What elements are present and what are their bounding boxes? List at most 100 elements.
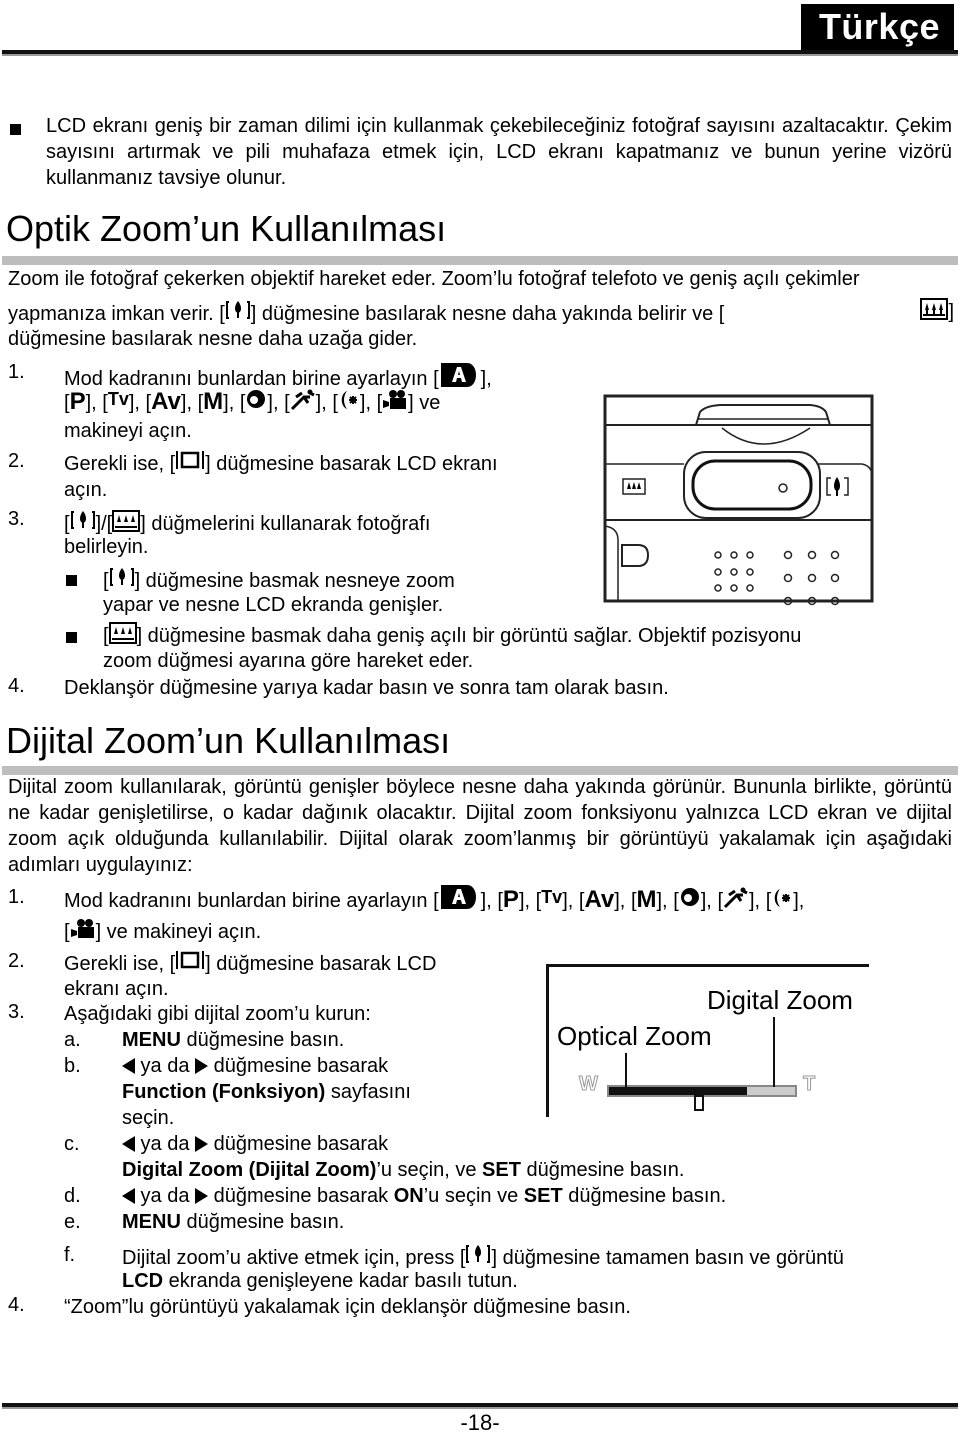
wide-zoom-icon xyxy=(112,510,141,532)
sub-bullet-marker xyxy=(66,630,77,648)
night-mode-icon xyxy=(775,889,791,907)
optical-zoom-label: Optical Zoom xyxy=(557,1021,712,1051)
tele-zoom-icon xyxy=(109,568,134,586)
substep-c-line2: Digital Zoom (Dijital Zoom)’u seçin, ve … xyxy=(122,1159,685,1181)
substep-c-text: ya da düğmesine basarak xyxy=(122,1131,388,1157)
substep-a-text: MENU düğmesine basın. xyxy=(122,1029,345,1051)
footer-rule xyxy=(2,1403,958,1407)
substep-b-line3: seçin. xyxy=(122,1107,175,1129)
substep-c-label: c. xyxy=(64,1133,80,1155)
language-tab: Türkçe xyxy=(800,4,954,52)
manual-mode-icon: M xyxy=(636,886,657,913)
digital-intro-paragraph: Dijital zoom kullanılarak, görüntü geniş… xyxy=(8,776,952,876)
substep-e-text: MENU düğmesine basın. xyxy=(122,1211,345,1233)
movie-mode-icon xyxy=(70,919,94,938)
optical-step-3-text: []/[] düğmelerini kullanarak fotoğrafı xyxy=(64,508,430,537)
page-number: -18- xyxy=(460,1410,500,1435)
optical-pointer-line xyxy=(625,1053,627,1087)
digital-zoom-label: Digital Zoom xyxy=(707,985,853,1015)
tele-zoom-icon xyxy=(70,511,95,529)
wide-end-label: W xyxy=(579,1073,599,1096)
sub-bullet-wide-text: [] düğmesine basmak daha geniş açılı bir… xyxy=(103,622,801,649)
digital-step-4-text: “Zoom”lu görüntüyü yakalamak için deklan… xyxy=(64,1296,631,1318)
substep-f-text: Dijital zoom’u aktive etmek için, press … xyxy=(122,1242,844,1271)
digital-step-2-line2: ekranı açın. xyxy=(64,978,169,1000)
header-rule xyxy=(2,50,958,54)
tele-zoom-icon xyxy=(225,301,250,319)
optical-step-2-text: Gerekli ise, [] düğmesine basarak LCD ek… xyxy=(64,450,498,477)
optical-title-rule xyxy=(2,256,958,265)
optical-para-2-a: yapmanıza imkan verir. [] düğmesine bası… xyxy=(8,298,724,327)
left-arrow-icon xyxy=(122,1058,135,1074)
left-arrow-icon xyxy=(122,1136,135,1152)
optical-mode-list: [P], [Tv], [Av], [M], [], [], [], [] ve xyxy=(64,388,441,415)
substep-b-text: ya da düğmesine basarak xyxy=(122,1053,388,1079)
program-mode-icon: P xyxy=(502,886,519,913)
substep-b-label: b. xyxy=(64,1055,81,1077)
manual-mode-icon: M xyxy=(203,388,224,415)
optical-para-3: düğmesine basılarak nesne daha uzağa gid… xyxy=(8,328,418,350)
substep-e-label: e. xyxy=(64,1211,81,1233)
camera-back-illustration xyxy=(603,394,874,606)
substep-f-line2: LCD ekranda genişleyene kadar basılı tut… xyxy=(122,1270,518,1292)
tele-zoom-icon xyxy=(466,1245,491,1263)
shutter-priority-icon: Tv xyxy=(107,389,129,409)
aperture-priority-icon: Av xyxy=(151,388,181,415)
optical-step-3-number: 3. xyxy=(8,508,25,530)
intro-bullet-text: LCD ekranı geniş bir zaman dilimi için k… xyxy=(46,115,952,189)
tele-end-label: T xyxy=(802,1073,816,1096)
digital-pointer-line xyxy=(773,1017,775,1087)
shutter-priority-icon: Tv xyxy=(541,887,563,907)
sports-mode-icon xyxy=(723,887,748,909)
wide-zoom-icon xyxy=(108,622,137,644)
optical-para-2-c: ] xyxy=(920,298,954,327)
optical-para-1: Zoom ile fotoğraf çekerken objektif hare… xyxy=(8,268,860,290)
optical-step-4-text: Deklanşör düğmesine yarıya kadar basın v… xyxy=(64,677,669,699)
portrait-mode-icon xyxy=(247,390,266,408)
portrait-mode-icon xyxy=(680,888,699,906)
program-mode-icon: P xyxy=(69,388,86,415)
optical-step-2-number: 2. xyxy=(8,450,25,472)
optical-zoom-title: Optik Zoom’un Kullanılması xyxy=(6,208,447,249)
optical-step-2-line2: açın. xyxy=(64,479,108,501)
optical-step-1-line3: makineyi açın. xyxy=(64,420,192,442)
optical-zoom-fill xyxy=(609,1087,747,1095)
zoom-position-marker xyxy=(694,1095,704,1111)
sub-bullet-wide-line2: zoom düğmesi ayarına göre hareket eder. xyxy=(103,650,474,672)
digital-step-1-number: 1. xyxy=(8,886,25,908)
substep-f-label: f. xyxy=(64,1244,76,1266)
digital-step-1-line2: [] ve makineyi açın. xyxy=(64,918,261,945)
substep-d-text: ya da düğmesine basarak ON’u seçin ve SE… xyxy=(122,1183,726,1209)
zoom-bar-diagram: Digital Zoom Optical Zoom W T xyxy=(546,964,869,1117)
sub-bullet-tele-line2: yapar ve nesne LCD ekranda genişler. xyxy=(103,594,444,616)
digital-step-2-number: 2. xyxy=(8,950,25,972)
movie-mode-icon xyxy=(383,390,407,409)
right-arrow-icon xyxy=(195,1188,209,1204)
digital-step-4-number: 4. xyxy=(8,1294,25,1316)
substep-d-label: d. xyxy=(64,1185,81,1207)
substep-b-line2: Function (Fonksiyon) sayfasını xyxy=(122,1081,411,1103)
intro-bullet-marker xyxy=(10,122,21,140)
lcd-display-icon xyxy=(176,951,205,969)
lcd-display-icon xyxy=(176,451,205,469)
digital-zoom-title: Dijital Zoom’un Kullanılması xyxy=(6,720,451,761)
right-arrow-icon xyxy=(195,1136,209,1152)
aperture-priority-icon: Av xyxy=(584,886,615,913)
substep-a-label: a. xyxy=(64,1029,81,1051)
optical-step-1-number: 1. xyxy=(8,361,25,383)
digital-step-1-text: Mod kadranını bunlardan birine ayarlayın… xyxy=(64,883,804,914)
digital-step-3-text: Aşağıdaki gibi dijital zoom’u kurun: xyxy=(64,1003,371,1025)
digital-step-3-number: 3. xyxy=(8,1001,25,1023)
wide-zoom-icon xyxy=(920,298,949,320)
sub-bullet-tele-text: [] düğmesine basmak nesneye zoom xyxy=(103,565,455,594)
sports-mode-icon xyxy=(290,389,315,411)
auto-mode-icon xyxy=(440,885,476,909)
optical-step-4-number: 4. xyxy=(8,675,25,697)
digital-step-2-text: Gerekli ise, [] düğmesine basarak LCD xyxy=(64,950,436,977)
optical-step-3-line2: belirleyin. xyxy=(64,536,149,558)
night-mode-icon xyxy=(341,391,357,409)
optical-para-2: yapmanıza imkan verir. [] düğmesine bası… xyxy=(8,298,954,327)
right-arrow-icon xyxy=(195,1058,209,1074)
auto-mode-icon xyxy=(440,363,476,387)
left-arrow-icon xyxy=(122,1188,135,1204)
